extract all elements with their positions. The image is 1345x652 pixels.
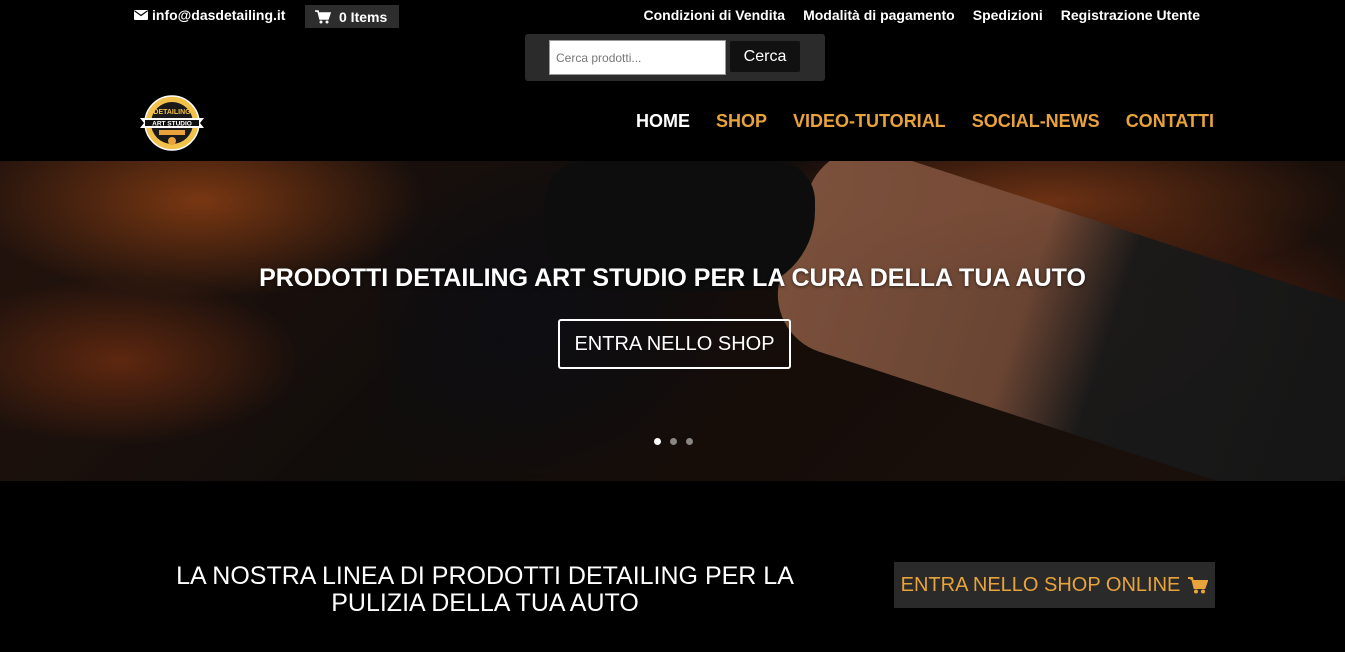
top-bar: info@dasdetailing.it 0 Items Condizioni … — [0, 0, 1345, 34]
link-condizioni-vendita[interactable]: Condizioni di Vendita — [644, 7, 786, 23]
email-link[interactable]: info@dasdetailing.it — [134, 7, 285, 23]
slider-dot-3[interactable] — [686, 438, 693, 445]
nav-social-news[interactable]: SOCIAL-NEWS — [972, 111, 1100, 132]
main-nav: HOME SHOP VIDEO-TUTORIAL SOCIAL-NEWS CON… — [636, 111, 1214, 132]
nav-video-tutorial[interactable]: VIDEO-TUTORIAL — [793, 111, 946, 132]
hero-slider: PRODOTTI DETAILING ART STUDIO PER LA CUR… — [0, 161, 1345, 481]
nav-contatti[interactable]: CONTATTI — [1126, 111, 1214, 132]
search-input[interactable] — [549, 40, 726, 75]
logo-text-bottom: ART STUDIO — [152, 121, 192, 128]
slider-dots — [654, 438, 693, 445]
envelope-icon — [134, 10, 148, 20]
shop-online-button[interactable]: ENTRA NELLO SHOP ONLINE — [894, 562, 1215, 608]
section-heading: LA NOSTRA LINEA DI PRODOTTI DETAILING PE… — [176, 562, 794, 617]
nav-shop[interactable]: SHOP — [716, 111, 767, 132]
product-search-box: Cerca — [525, 34, 825, 81]
logo-text-top: DETAILING — [153, 109, 191, 116]
cart-icon — [315, 9, 331, 23]
shop-online-label: ENTRA NELLO SHOP ONLINE — [900, 573, 1181, 596]
link-spedizioni[interactable]: Spedizioni — [973, 7, 1043, 23]
slider-dot-2[interactable] — [670, 438, 677, 445]
site-logo[interactable]: DETAILING ART STUDIO — [137, 94, 207, 152]
secondary-nav: Condizioni di Vendita Modalità di pagame… — [644, 7, 1201, 23]
hero-title: PRODOTTI DETAILING ART STUDIO PER LA CUR… — [259, 264, 1086, 292]
hero-shop-button[interactable]: ENTRA NELLO SHOP — [558, 319, 791, 369]
cart-count: 0 Items — [339, 8, 388, 25]
cart-button[interactable]: 0 Items — [305, 5, 399, 28]
nav-home[interactable]: HOME — [636, 111, 690, 132]
link-registrazione-utente[interactable]: Registrazione Utente — [1061, 7, 1200, 23]
slider-dot-1[interactable] — [654, 438, 661, 445]
email-text: info@dasdetailing.it — [152, 7, 286, 23]
cart-icon — [1188, 576, 1209, 593]
search-button[interactable]: Cerca — [730, 41, 800, 72]
link-modalita-pagamento[interactable]: Modalità di pagamento — [803, 7, 955, 23]
